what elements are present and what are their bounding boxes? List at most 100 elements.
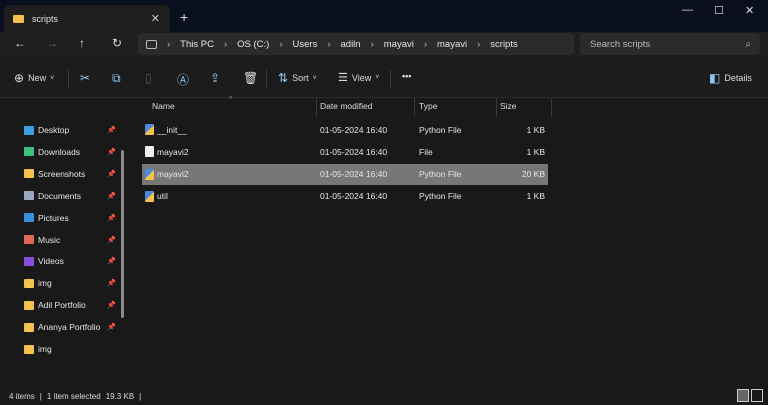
- pin-icon[interactable]: 📌: [107, 323, 116, 331]
- refresh-button[interactable]: ↻: [112, 36, 122, 50]
- divider: [266, 70, 267, 88]
- sidebar-item-desktop[interactable]: Desktop 📌: [24, 120, 120, 140]
- paste-button[interactable]: ▯: [145, 71, 152, 85]
- tab-scripts[interactable]: scripts ✕: [4, 5, 170, 32]
- sidebar-item-label: Pictures: [38, 212, 69, 223]
- file-row[interactable]: mayavi2 01-05-2024 16:40 File 1 KB: [142, 141, 548, 162]
- sidebar-item-label: img: [38, 278, 52, 289]
- sidebar-item-documents[interactable]: Documents 📌: [24, 186, 120, 206]
- breadcrumb-separator: ›: [279, 38, 283, 50]
- pin-icon[interactable]: 📌: [107, 257, 116, 265]
- column-header-date[interactable]: Date modified: [320, 101, 372, 111]
- breadcrumb-users[interactable]: Users: [293, 39, 318, 50]
- details-pane-button[interactable]: ◧ Details: [709, 71, 752, 85]
- large-icons-view-toggle[interactable]: [751, 389, 763, 402]
- chevron-down-icon: ˅: [50, 74, 55, 82]
- sort-label: Sort: [292, 73, 309, 83]
- file-date: 01-05-2024 16:40: [320, 191, 388, 202]
- maximize-button[interactable]: ☐: [714, 4, 724, 17]
- folder-icon: [24, 278, 34, 288]
- file-size: 1 KB: [526, 191, 545, 202]
- copy-button[interactable]: ⧉: [112, 71, 121, 86]
- forward-button[interactable]: →: [46, 36, 58, 50]
- column-header-name[interactable]: Name: [152, 101, 175, 111]
- breadcrumb-os-c[interactable]: OS (C:): [237, 39, 269, 50]
- sidebar-item-videos[interactable]: Videos 📌: [24, 251, 120, 271]
- selection-count: 1 item selected: [46, 392, 101, 401]
- breadcrumb-mayavi[interactable]: mayavi: [384, 39, 414, 50]
- rename-button[interactable]: Ⓐ: [177, 71, 189, 88]
- folder-icon: [24, 322, 34, 332]
- chevron-down-icon: ˅: [312, 74, 317, 82]
- status-separator: |: [139, 392, 142, 401]
- breadcrumb-this-pc[interactable]: This PC: [180, 39, 214, 50]
- column-divider[interactable]: [316, 98, 317, 116]
- column-divider[interactable]: [496, 98, 497, 116]
- sidebar-item-img[interactable]: img 📌: [24, 273, 120, 293]
- pin-icon[interactable]: 📌: [107, 148, 116, 156]
- sidebar-scrollbar[interactable]: [121, 150, 124, 318]
- document-icon: [24, 191, 34, 201]
- up-button[interactable]: ↑: [79, 36, 85, 50]
- new-button[interactable]: ⊕ New ˅: [14, 71, 54, 85]
- pin-icon[interactable]: 📌: [107, 170, 116, 178]
- chevron-down-icon: ˅: [375, 74, 380, 81]
- file-row[interactable]: __init__ 01-05-2024 16:40 Python File 1 KB: [142, 119, 548, 140]
- sidebar-item-pictures[interactable]: Pictures 📌: [24, 208, 120, 228]
- details-view-toggle[interactable]: [737, 389, 749, 402]
- sidebar-item-img[interactable]: img: [24, 339, 120, 359]
- file-type: File: [419, 146, 433, 157]
- sidebar-item-screenshots[interactable]: Screenshots 📌: [24, 164, 120, 184]
- breadcrumb-separator: ›: [370, 38, 374, 50]
- breadcrumb-adiln[interactable]: adiln: [341, 39, 361, 50]
- sidebar-item-label: Downloads: [38, 146, 81, 157]
- breadcrumb-separator: ›: [423, 38, 428, 50]
- view-button[interactable]: ☰ View ˅: [338, 71, 379, 84]
- breadcrumb-separator: ›: [167, 38, 171, 50]
- videos-icon: [24, 256, 34, 266]
- sidebar-item-adil-portfolio[interactable]: Adil Portfolio 📌: [24, 295, 120, 315]
- column-divider[interactable]: [551, 98, 552, 116]
- address-bar[interactable]: › This PC › OS (C:) › Users › adiln › ma…: [138, 33, 574, 55]
- pin-icon[interactable]: 📌: [107, 214, 116, 222]
- more-options-button[interactable]: •••: [402, 71, 411, 81]
- breadcrumb-separator: ›: [327, 38, 331, 50]
- minimize-button[interactable]: —: [682, 4, 693, 16]
- cut-button[interactable]: ✂: [80, 71, 90, 85]
- sidebar-item-label: Videos: [38, 256, 64, 267]
- plus-circle-icon: ⊕: [14, 71, 25, 85]
- back-button[interactable]: ←: [14, 36, 26, 50]
- breadcrumb-scripts[interactable]: scripts: [490, 39, 517, 50]
- breadcrumb-separator: ›: [223, 38, 228, 50]
- pin-icon[interactable]: 📌: [107, 236, 116, 244]
- sidebar-item-music[interactable]: Music 📌: [24, 230, 120, 250]
- file-row[interactable]: util 01-05-2024 16:40 Python File 1 KB: [142, 186, 548, 207]
- python-file-icon: [145, 168, 154, 180]
- search-input[interactable]: Search scripts ⌕: [580, 33, 760, 55]
- sidebar-item-downloads[interactable]: Downloads 📌: [24, 142, 120, 162]
- delete-button[interactable]: 🗑: [243, 71, 258, 85]
- column-divider[interactable]: [414, 98, 415, 116]
- breadcrumb-mayavi-2[interactable]: mayavi: [437, 39, 467, 50]
- pin-icon[interactable]: 📌: [107, 301, 116, 309]
- close-button[interactable]: ✕: [745, 4, 754, 17]
- file-size: 20 KB: [521, 169, 545, 180]
- selection-size: 19.3 KB: [105, 392, 135, 401]
- pin-icon[interactable]: 📌: [107, 192, 116, 200]
- sort-icon: ⇅: [278, 71, 289, 85]
- pin-icon[interactable]: 📌: [107, 126, 116, 134]
- share-button[interactable]: ⇪: [210, 71, 220, 85]
- folder-icon: [24, 169, 34, 179]
- column-header-size[interactable]: Size: [500, 101, 517, 111]
- tab-close-icon[interactable]: ✕: [151, 12, 160, 25]
- column-header-type[interactable]: Type: [419, 101, 437, 111]
- new-tab-button[interactable]: +: [180, 9, 188, 25]
- copy-icon: ⧉: [112, 71, 121, 85]
- file-row[interactable]: mayavi2 01-05-2024 16:40 Python File 20 KB: [142, 163, 548, 185]
- scissors-icon: ✂: [80, 71, 91, 85]
- pin-icon[interactable]: 📌: [107, 279, 116, 287]
- sort-button[interactable]: ⇅ Sort ˅: [278, 71, 317, 85]
- sidebar-item-ananya-portfolio[interactable]: Ananya Portfolio 📌: [24, 317, 120, 337]
- share-icon: ⇪: [210, 71, 221, 85]
- sidebar-item-label: img: [38, 344, 52, 354]
